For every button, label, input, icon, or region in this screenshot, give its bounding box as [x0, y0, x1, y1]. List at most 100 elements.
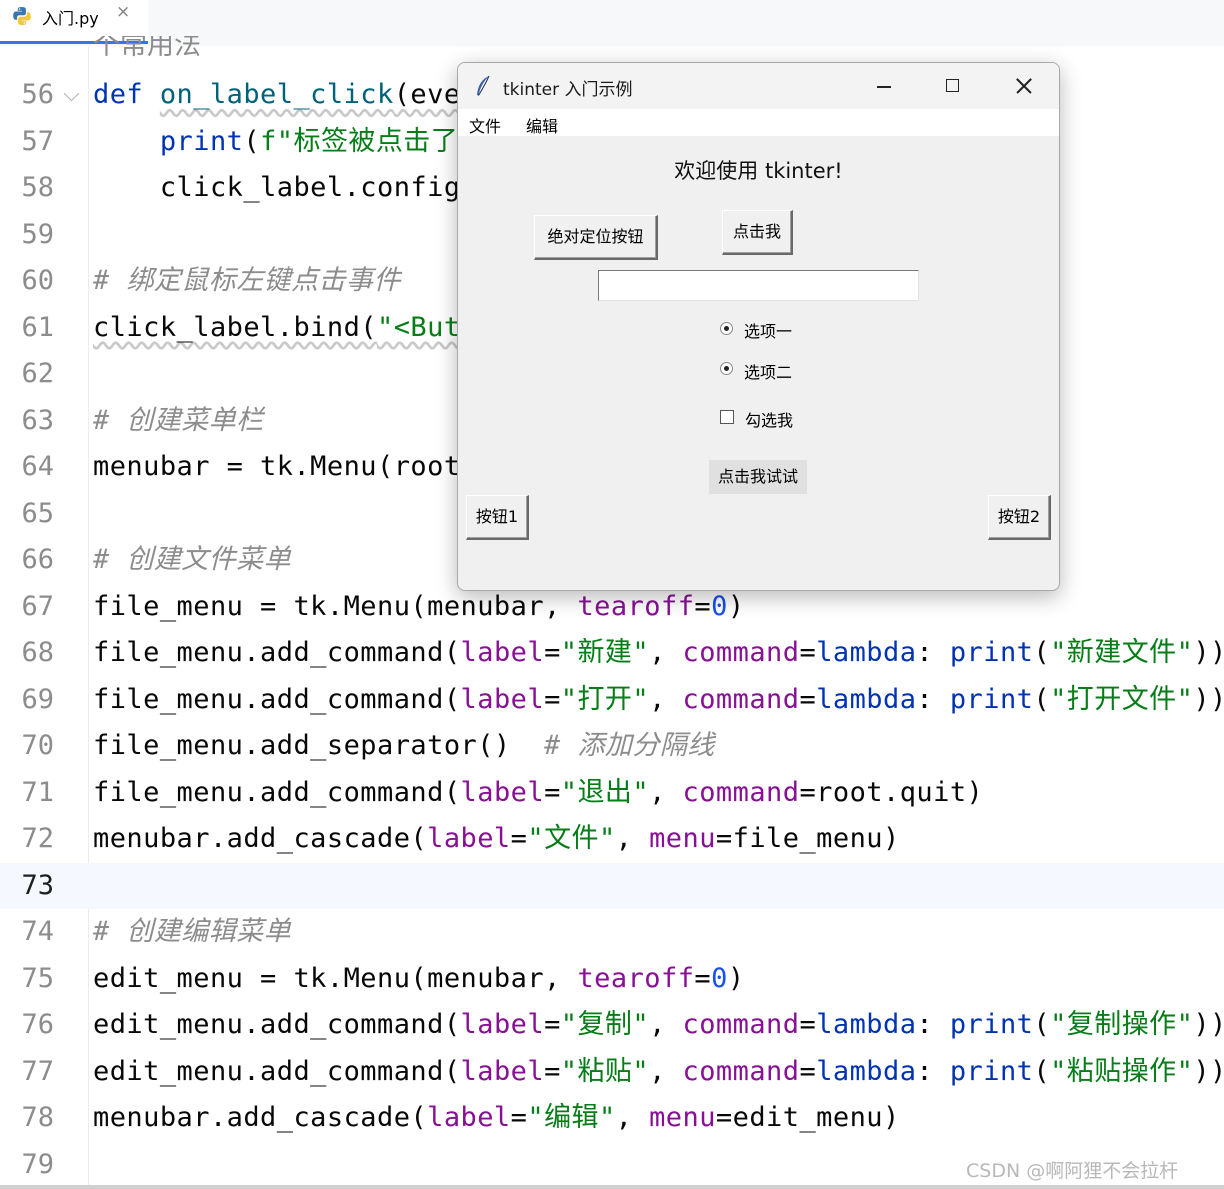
code-token: lambda: [816, 683, 917, 715]
code-token: 0: [711, 590, 728, 622]
line-number: 66: [21, 544, 54, 575]
code-token: label: [460, 637, 545, 668]
code-line[interactable]: 74 # 创建编辑菜单: [0, 909, 1224, 955]
code-token: =: [544, 1055, 561, 1087]
code-token: lambda: [816, 1055, 917, 1087]
close-button[interactable]: [988, 63, 1058, 109]
code-line[interactable]: 70 file_menu.add_separator() # 添加分隔线: [0, 723, 1224, 769]
code-text: click_label.bind("<Butt: [93, 305, 477, 351]
code-token: print: [159, 125, 244, 157]
button-1[interactable]: 按钮1: [466, 495, 529, 540]
code-token: file_menu.add_separator(): [93, 730, 545, 761]
code-token: print: [949, 637, 1034, 668]
welcome-label[interactable]: 欢迎使用 tkinter!: [458, 155, 1059, 185]
fold-chevron-icon[interactable]: [63, 85, 80, 102]
code-token: =: [694, 590, 712, 622]
tab-close-icon[interactable]: ×: [116, 2, 130, 22]
code-text: click_label.config(: [93, 165, 477, 211]
line-number: 60: [21, 265, 54, 296]
menu-edit[interactable]: 编辑: [526, 113, 558, 137]
line-number: 69: [21, 683, 54, 715]
code-token: # 创建菜单栏: [93, 404, 264, 436]
code-token: =: [799, 1009, 817, 1040]
radio-option-2[interactable]: [720, 362, 733, 375]
code-token: :: [916, 637, 950, 668]
code-token: =file_menu): [715, 823, 900, 854]
code-text: menubar = tk.Menu(root): [93, 444, 477, 490]
code-text: file_menu.add_separator() # 添加分隔线: [93, 723, 715, 769]
code-line[interactable]: 75 edit_menu = tk.Menu(menubar, tearoff=0…: [0, 956, 1224, 1002]
code-token: "退出": [560, 776, 650, 808]
maximize-button[interactable]: [918, 63, 988, 109]
text-entry[interactable]: [598, 270, 919, 301]
code-token: edit_menu = tk.Menu(menubar,: [93, 962, 578, 994]
code-line[interactable]: 69 file_menu.add_command(label="打开", comm…: [0, 677, 1224, 723]
code-token: tearoff: [577, 962, 695, 994]
code-token: file_menu.add_command(: [93, 637, 461, 668]
code-token: # 创建文件菜单: [93, 544, 292, 575]
tkinter-window[interactable]: tkinter 入门示例 文件 编辑 欢迎使用 tkinter! 绝对定位按钮 …: [457, 62, 1060, 591]
code-token: ,: [649, 1009, 683, 1040]
code-token: )): [1193, 1055, 1224, 1087]
line-number: 67: [21, 590, 54, 622]
code-token: :: [916, 683, 950, 715]
code-line[interactable]: 68 file_menu.add_command(label="新建", comm…: [0, 630, 1224, 676]
minimize-icon: [877, 86, 891, 88]
menu-file[interactable]: 文件: [469, 113, 501, 137]
checkbox-label[interactable]: 勾选我: [745, 407, 793, 431]
code-token: command: [682, 683, 800, 715]
code-token: click_label.config(: [93, 172, 478, 203]
code-text: edit_menu.add_command(label="粘贴", comman…: [93, 1049, 1224, 1095]
code-line[interactable]: 71 file_menu.add_command(label="退出", comm…: [0, 770, 1224, 816]
code-token: ,: [649, 1055, 683, 1087]
code-token: tearoff: [577, 590, 695, 622]
absolute-position-button[interactable]: 绝对定位按钮: [534, 215, 658, 260]
code-line[interactable]: 78 menubar.add_cascade(label="编辑", menu=e…: [0, 1095, 1224, 1141]
code-token: print: [949, 1009, 1034, 1040]
feather-icon: [477, 75, 490, 96]
code-token: (: [1033, 637, 1051, 668]
code-line[interactable]: 77 edit_menu.add_command(label="粘贴", comm…: [0, 1049, 1224, 1095]
radio-option-1-label[interactable]: 选项一: [744, 318, 792, 342]
code-token: =: [799, 683, 817, 715]
line-number: 64: [21, 451, 54, 482]
code-token: )): [1193, 683, 1224, 715]
code-token: =: [799, 637, 817, 668]
try-click-button[interactable]: 点击我试试: [709, 460, 807, 494]
line-number: 79: [21, 1148, 54, 1180]
maximize-icon: [946, 79, 959, 92]
code-text: # 创建编辑菜单: [93, 909, 291, 955]
bottom-edge: [0, 1185, 1224, 1189]
radio-option-1[interactable]: [720, 322, 733, 335]
code-token: click_label.bind(: [93, 311, 377, 343]
line-number: 76: [21, 1009, 54, 1040]
minimize-button[interactable]: [849, 63, 919, 109]
code-token: command: [682, 637, 800, 668]
code-line[interactable]: 73: [0, 862, 1224, 909]
click-me-button[interactable]: 点击我: [722, 210, 793, 255]
code-line[interactable]: 72 menubar.add_cascade(label="文件", menu=f…: [0, 816, 1224, 862]
code-token: ,: [615, 1102, 650, 1133]
code-token: def: [93, 79, 160, 110]
code-token: ,: [649, 776, 683, 808]
window-title: tkinter 入门示例: [503, 80, 633, 100]
code-token: menubar = tk.Menu(root): [93, 451, 478, 482]
code-token: =root.quit): [799, 776, 984, 808]
window-titlebar[interactable]: tkinter 入门示例: [458, 63, 1059, 109]
checkbox[interactable]: [720, 410, 734, 424]
code-token: menu: [649, 1102, 716, 1133]
code-token: =: [799, 1055, 817, 1087]
radio-option-2-label[interactable]: 选项二: [744, 359, 792, 383]
code-text: edit_menu = tk.Menu(menubar, tearoff=0): [93, 956, 745, 1002]
button-2[interactable]: 按钮2: [988, 495, 1051, 540]
code-token: "编辑": [527, 1102, 616, 1133]
line-number: 68: [21, 637, 54, 668]
line-number: 72: [21, 823, 54, 854]
code-token: ): [727, 590, 745, 622]
code-token: ,: [649, 637, 683, 668]
line-number: 73: [21, 869, 54, 901]
code-line[interactable]: 76 edit_menu.add_command(label="复制", comm…: [0, 1002, 1224, 1048]
code-token: "粘贴操作": [1050, 1055, 1194, 1087]
code-token: # 创建编辑菜单: [93, 916, 292, 947]
code-token: command: [682, 1009, 800, 1040]
